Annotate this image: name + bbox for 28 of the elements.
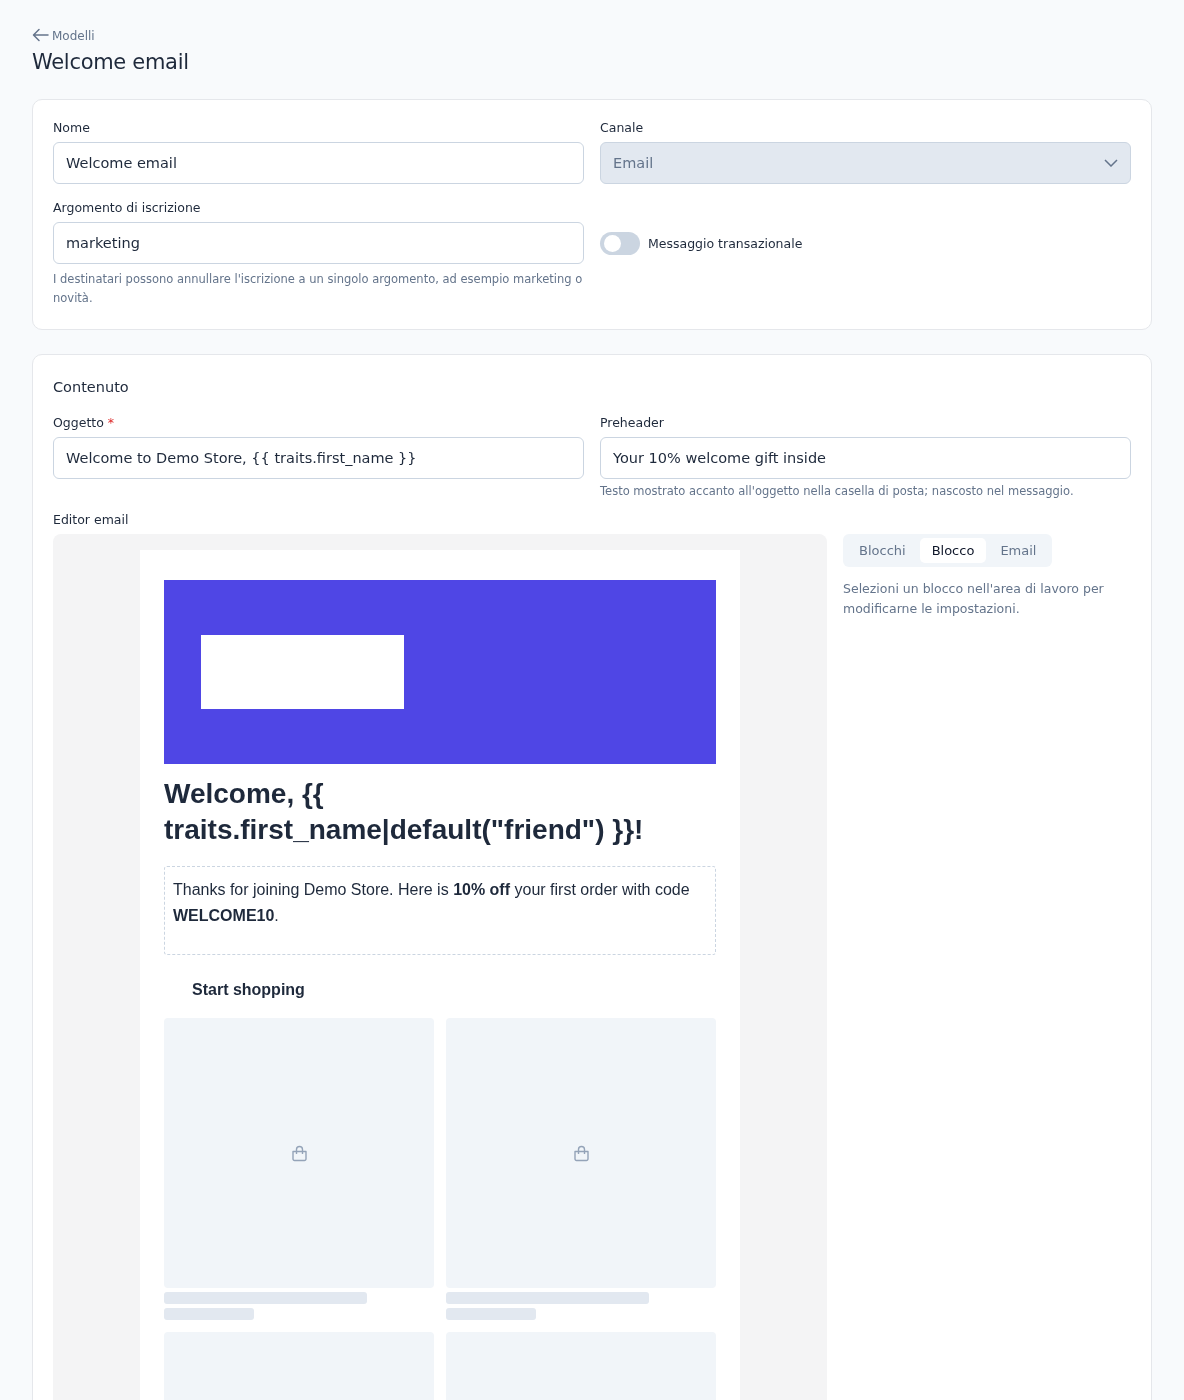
panel-hint: Selezioni un blocco nell'area di lavoro per modificarne le impostazioni. (843, 580, 1105, 618)
toggle-label: Messaggio transazionale (648, 236, 803, 251)
field-label: Preheader (600, 415, 665, 431)
text-block[interactable]: Thanks for joining Demo Store. Here is 10% off your first order with code WELCOME10. (164, 866, 716, 955)
shopping-bag-icon (290, 1144, 308, 1162)
section-title: Contenuto (53, 379, 130, 395)
subject-field[interactable]: Welcome to Demo Store, {{ traits.first_name }} (53, 437, 584, 479)
field-label: Nome (53, 120, 91, 136)
field-label: Editor email (53, 512, 130, 528)
field-label: Oggetto * (53, 415, 116, 431)
page-title: Welcome email (32, 50, 190, 74)
breadcrumb-link[interactable]: Modelli (52, 29, 95, 43)
topic-field[interactable]: marketing (53, 222, 584, 264)
tab[interactable]: Email (988, 538, 1049, 563)
tab[interactable]: Blocco (919, 538, 987, 563)
email-heading[interactable]: Welcome, {{ traits.first_name|default("friend") }}! (164, 776, 716, 848)
shopping-bag-icon (572, 1144, 590, 1162)
field-label: Canale (600, 120, 645, 136)
cta-link[interactable]: Start shopping (192, 981, 716, 1001)
name-field[interactable]: Welcome email (53, 142, 584, 184)
help-text: I destinatari possono annullare l'iscrizione a un singolo argomento, ad esempio marketing o novità. (53, 271, 584, 307)
help-text: Testo mostrato accanto all'oggetto nella casella di posta; nascosto nel messaggio. (600, 483, 1075, 500)
preheader-field[interactable]: Your 10% welcome gift inside (600, 437, 1131, 479)
chevron-down-icon (1104, 159, 1118, 167)
back-arrow-icon[interactable] (32, 28, 49, 42)
tab[interactable]: Blocchi (847, 538, 918, 563)
field-label: Argomento di iscrizione (53, 200, 202, 216)
toggle-switch[interactable] (600, 232, 640, 255)
